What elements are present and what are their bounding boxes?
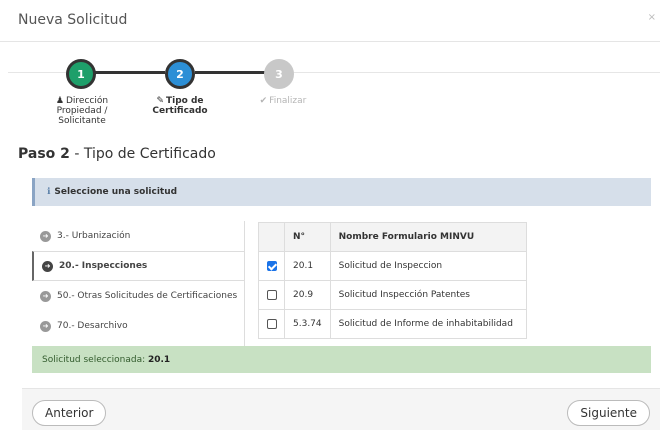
row-checkbox-cell: [258, 251, 285, 281]
tab-label: 50.- Otras Solicitudes de Certificacione…: [57, 291, 238, 301]
tabs-divider: [244, 221, 245, 346]
step-connector-1: [95, 71, 165, 74]
row-checkbox[interactable]: [266, 289, 277, 300]
info-text: Seleccione una solicitud: [54, 187, 178, 197]
step-connector-2: [195, 71, 265, 74]
category-tabs: ➜ 3.- Urbanización ➜ 20.- Inspecciones ➜ 50…: [32, 221, 244, 341]
row-name: Solicitud de Informe de inhabitabilidad: [329, 309, 527, 339]
row-checkbox-cell: [258, 280, 285, 310]
selected-alert: Solicitud seleccionada: 20.1: [32, 346, 651, 373]
step-3-number: 3: [275, 67, 283, 81]
step-1-text: Dirección Propiedad / Solicitante: [56, 96, 109, 126]
tab-label: 3.- Urbanización: [57, 231, 131, 241]
row-name: Solicitud de Inspeccion: [329, 251, 527, 281]
info-alert: ℹ Seleccione una solicitud: [32, 178, 651, 206]
selected-value: 20.1: [147, 355, 171, 365]
row-name: Solicitud Inspección Patentes: [329, 280, 527, 310]
step-2-number: 2: [176, 67, 184, 81]
step-3-label: ✔ Finalizar: [248, 96, 318, 106]
step-1-number: 1: [77, 67, 85, 81]
modal-footer: Anterior Siguiente: [22, 388, 660, 430]
selected-label: Solicitud seleccionada:: [42, 355, 148, 365]
close-icon[interactable]: ×: [648, 12, 656, 23]
user-icon: ♟: [55, 96, 64, 106]
tab-inspecciones[interactable]: ➜ 20.- Inspecciones: [32, 251, 244, 281]
modal-title: Nueva Solicitud: [18, 12, 128, 28]
page-title: Paso 2 - Tipo de Certificado: [18, 146, 216, 162]
forms-table: N° Nombre Formulario MINVU 20.1 Solicitu…: [258, 222, 527, 339]
step-2-circle[interactable]: 2: [165, 59, 195, 89]
tab-number-badge: ➜: [40, 290, 51, 302]
previous-button[interactable]: Anterior: [32, 400, 107, 426]
table-row[interactable]: 20.1 Solicitud de Inspeccion: [258, 251, 527, 281]
tab-label: 70.- Desarchivo: [57, 321, 128, 331]
edit-icon: ✎: [156, 96, 164, 106]
step-1-circle[interactable]: 1: [66, 59, 96, 89]
tab-otras-solicitudes[interactable]: ➜ 50.- Otras Solicitudes de Certificacion…: [32, 281, 244, 311]
tab-number-badge: ➜: [40, 230, 51, 242]
tab-number-badge: ➜: [40, 320, 51, 332]
step-2-label: ✎ Tipo de Certificado: [140, 96, 220, 116]
step-3-circle[interactable]: 3: [264, 59, 294, 89]
paso-number: Paso 2: [18, 146, 70, 162]
tab-number-badge: ➜: [42, 260, 53, 272]
row-number: 5.3.74: [284, 309, 331, 339]
row-checkbox[interactable]: [266, 260, 277, 271]
header-number: N°: [284, 222, 331, 252]
header-select: [258, 222, 285, 252]
tab-label: 20.- Inspecciones: [59, 261, 148, 271]
modal-header: Nueva Solicitud ×: [0, 0, 660, 42]
table-row[interactable]: 20.9 Solicitud Inspección Patentes: [258, 280, 527, 310]
table-header-row: N° Nombre Formulario MINVU: [258, 222, 527, 252]
step-1-label: ♟ Dirección Propiedad / Solicitante: [44, 96, 120, 126]
row-number: 20.9: [284, 280, 331, 310]
table-row[interactable]: 5.3.74 Solicitud de Informe de inhabitab…: [258, 309, 527, 339]
info-icon: ℹ: [47, 187, 51, 197]
row-number: 20.1: [284, 251, 331, 281]
paso-title: - Tipo de Certificado: [69, 146, 216, 162]
header-name: Nombre Formulario MINVU: [329, 222, 527, 252]
check-icon: ✔: [259, 96, 268, 106]
row-checkbox-cell: [258, 309, 285, 339]
tab-urbanizacion[interactable]: ➜ 3.- Urbanización: [32, 221, 244, 251]
next-button[interactable]: Siguiente: [567, 400, 650, 426]
tab-desarchivo[interactable]: ➜ 70.- Desarchivo: [32, 311, 244, 341]
step-3-text: Finalizar: [269, 96, 307, 106]
row-checkbox[interactable]: [266, 318, 277, 329]
